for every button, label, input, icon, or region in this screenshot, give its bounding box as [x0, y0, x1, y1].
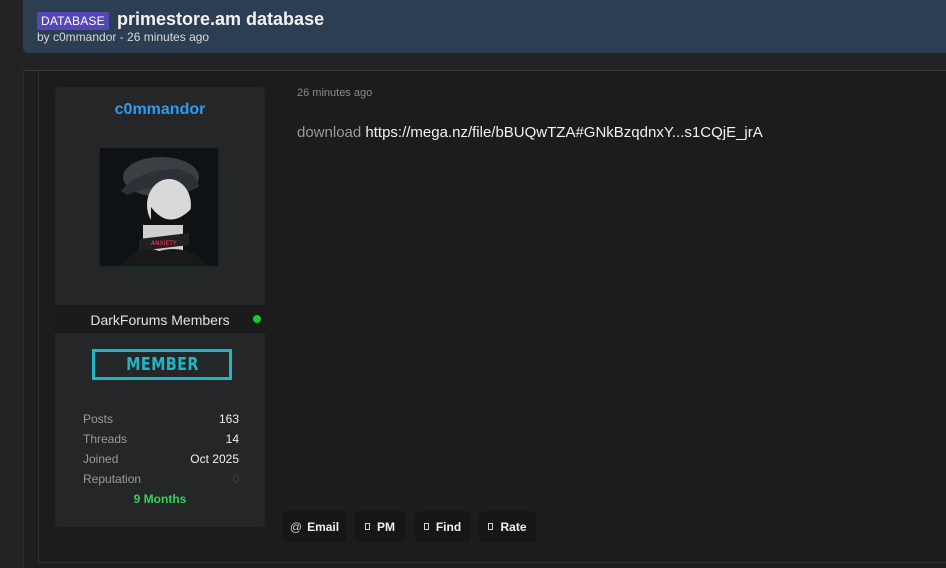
email-button[interactable]: @ Email [283, 511, 346, 542]
thread-title: primestore.am database [117, 9, 325, 29]
stat-label: Threads [83, 432, 128, 446]
stat-value: 14 [225, 432, 239, 446]
post-date[interactable]: 26 minutes ago [297, 87, 372, 99]
stat-value: 163 [218, 412, 239, 426]
thread-byline: by c0mmandor - 26 minutes ago [37, 30, 210, 44]
online-status-icon [253, 315, 261, 323]
stat-row-joined: Joined Oct 2025 [83, 452, 239, 472]
thread-header: DATABASE primestore.am database by c0mma… [23, 0, 946, 53]
page-margin [0, 53, 23, 568]
post-body: download https://mega.nz/file/bBUQwTZA#G… [297, 124, 763, 141]
at-icon: @ [289, 519, 303, 534]
pm-label: PM [377, 519, 395, 534]
stat-label: Joined [83, 452, 119, 466]
author-card: c0mmandor ANXIETY DarkForums Members MEM… [55, 87, 265, 527]
avatar-image: ANXIETY [99, 147, 219, 267]
author-username[interactable]: c0mmandor [55, 101, 265, 119]
pm-button[interactable]: PM [355, 511, 405, 542]
svg-text:ANXIETY: ANXIETY [151, 240, 177, 247]
stat-label: Reputation [83, 472, 142, 486]
find-button[interactable]: Find [415, 511, 470, 542]
usergroup-bar: DarkForums Members [55, 305, 265, 333]
rate-label: Rate [500, 519, 527, 534]
avatar[interactable]: ANXIETY [99, 147, 219, 267]
star-icon [488, 523, 494, 530]
stat-row-reputation: Reputation 0 [83, 472, 239, 492]
stat-value: Oct 2025 [190, 452, 239, 466]
download-link[interactable]: https://mega.nz/file/bBUQwTZA#GNkBzqdnxY… [365, 124, 762, 141]
stat-row-posts: Posts 163 [83, 412, 239, 432]
stat-value[interactable]: 0 [232, 472, 239, 486]
stat-row-threads: Threads 14 [83, 432, 239, 452]
email-label: Email [307, 519, 340, 534]
rate-button[interactable]: Rate [479, 511, 536, 542]
message-icon [365, 523, 370, 530]
thread-prefix-badge[interactable]: DATABASE [37, 12, 109, 30]
stat-label: Posts [83, 412, 114, 426]
find-label: Find [435, 519, 462, 534]
post-text: download [297, 124, 362, 141]
membership-tenure: 9 Months [133, 492, 187, 506]
rank-badge-text: MEMBER [125, 354, 199, 375]
rank-badge: MEMBER [92, 349, 232, 380]
search-icon [423, 523, 429, 530]
usergroup-label: DarkForums Members [90, 312, 230, 328]
